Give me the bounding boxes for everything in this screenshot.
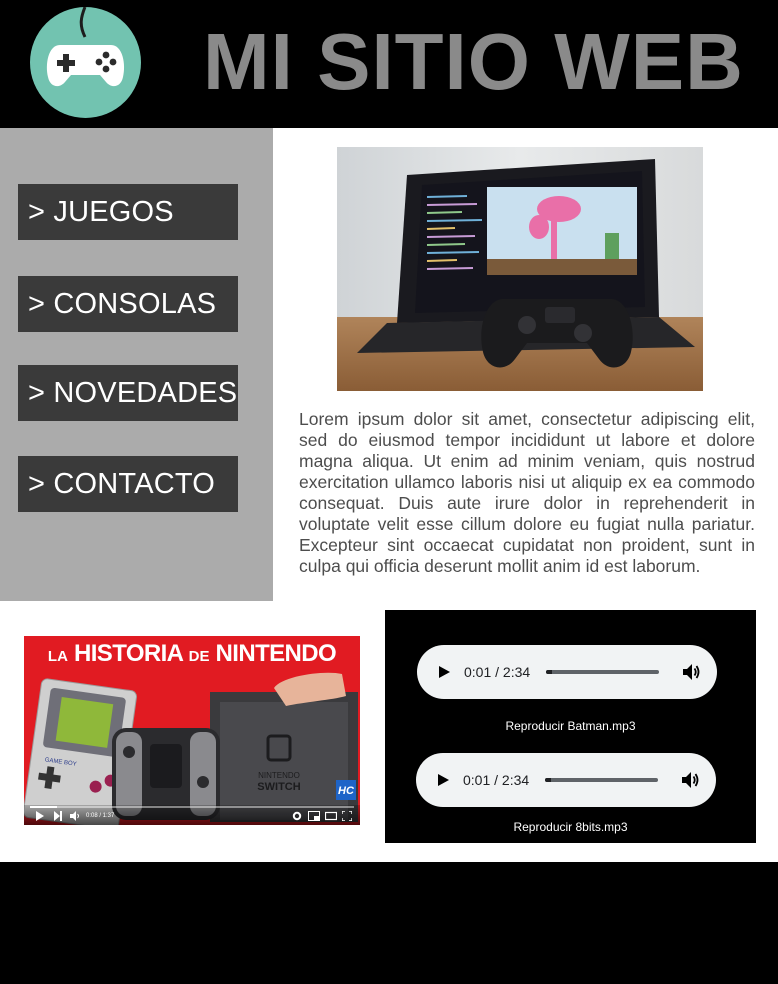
video-next-icon[interactable]	[54, 811, 62, 821]
play-icon[interactable]	[436, 664, 452, 680]
video-settings-icon[interactable]	[292, 811, 302, 821]
audio-seek-fill	[546, 670, 552, 674]
video-time: 0:08 / 1:37	[86, 813, 115, 819]
video-controls: 0:08 / 1:37	[24, 805, 360, 825]
audio-seek-bar[interactable]	[545, 778, 658, 782]
hero-image	[337, 147, 703, 391]
audio-label-batman: Reproducir Batman.mp3	[505, 719, 636, 733]
nav-item-novedades[interactable]: > NOVEDADES	[18, 365, 238, 421]
audio-seek-fill	[545, 778, 551, 782]
video-title: LA HISTORIA DE NINTENDO	[47, 640, 337, 667]
channel-badge: HC	[338, 785, 355, 797]
volume-icon[interactable]	[681, 662, 701, 682]
svg-text:NINTENDO: NINTENDO	[258, 771, 300, 780]
play-icon[interactable]	[435, 772, 451, 788]
nav-item-juegos[interactable]: > JUEGOS	[18, 184, 238, 240]
nav-item-contacto[interactable]: > CONTACTO	[18, 456, 238, 512]
video-progress-bar[interactable]	[30, 806, 354, 808]
site-footer	[0, 862, 778, 984]
video-thumbnail: GAME BOY NINTENDO SWITCH HC	[24, 672, 358, 825]
svg-text:SWITCH: SWITCH	[257, 781, 300, 793]
video-progress-fill	[30, 806, 57, 808]
video-play-icon[interactable]	[36, 811, 44, 821]
video-player[interactable]: LA HISTORIA DE NINTENDO GAME BOY NINTEND…	[24, 636, 360, 825]
volume-icon[interactable]	[680, 770, 700, 790]
audio-time: 0:01 / 2:34	[464, 664, 531, 680]
site-header: MI SITIO WEB	[0, 0, 778, 128]
audio-label-8bits: Reproducir 8bits.mp3	[513, 820, 628, 834]
video-miniplayer-icon[interactable]	[308, 811, 320, 821]
site-title: MI SITIO WEB	[203, 17, 744, 106]
audio-player-batman[interactable]: 0:01 / 2:34	[417, 645, 717, 699]
audio-seek-bar[interactable]	[546, 670, 659, 674]
gamepad-icon[interactable]	[30, 7, 141, 118]
nav-item-consolas[interactable]: > CONSOLAS	[18, 276, 238, 332]
audio-time: 0:01 / 2:34	[463, 772, 530, 788]
video-fullscreen-icon[interactable]	[342, 811, 352, 821]
body-paragraph: Lorem ipsum dolor sit amet, consectetur …	[299, 409, 755, 576]
audio-panel: 0:01 / 2:34 Reproducir Batman.mp3 0:01 /…	[385, 610, 756, 843]
audio-player-8bits[interactable]: 0:01 / 2:34	[416, 753, 716, 807]
video-theater-icon[interactable]	[325, 811, 337, 821]
video-volume-icon[interactable]	[70, 811, 80, 821]
